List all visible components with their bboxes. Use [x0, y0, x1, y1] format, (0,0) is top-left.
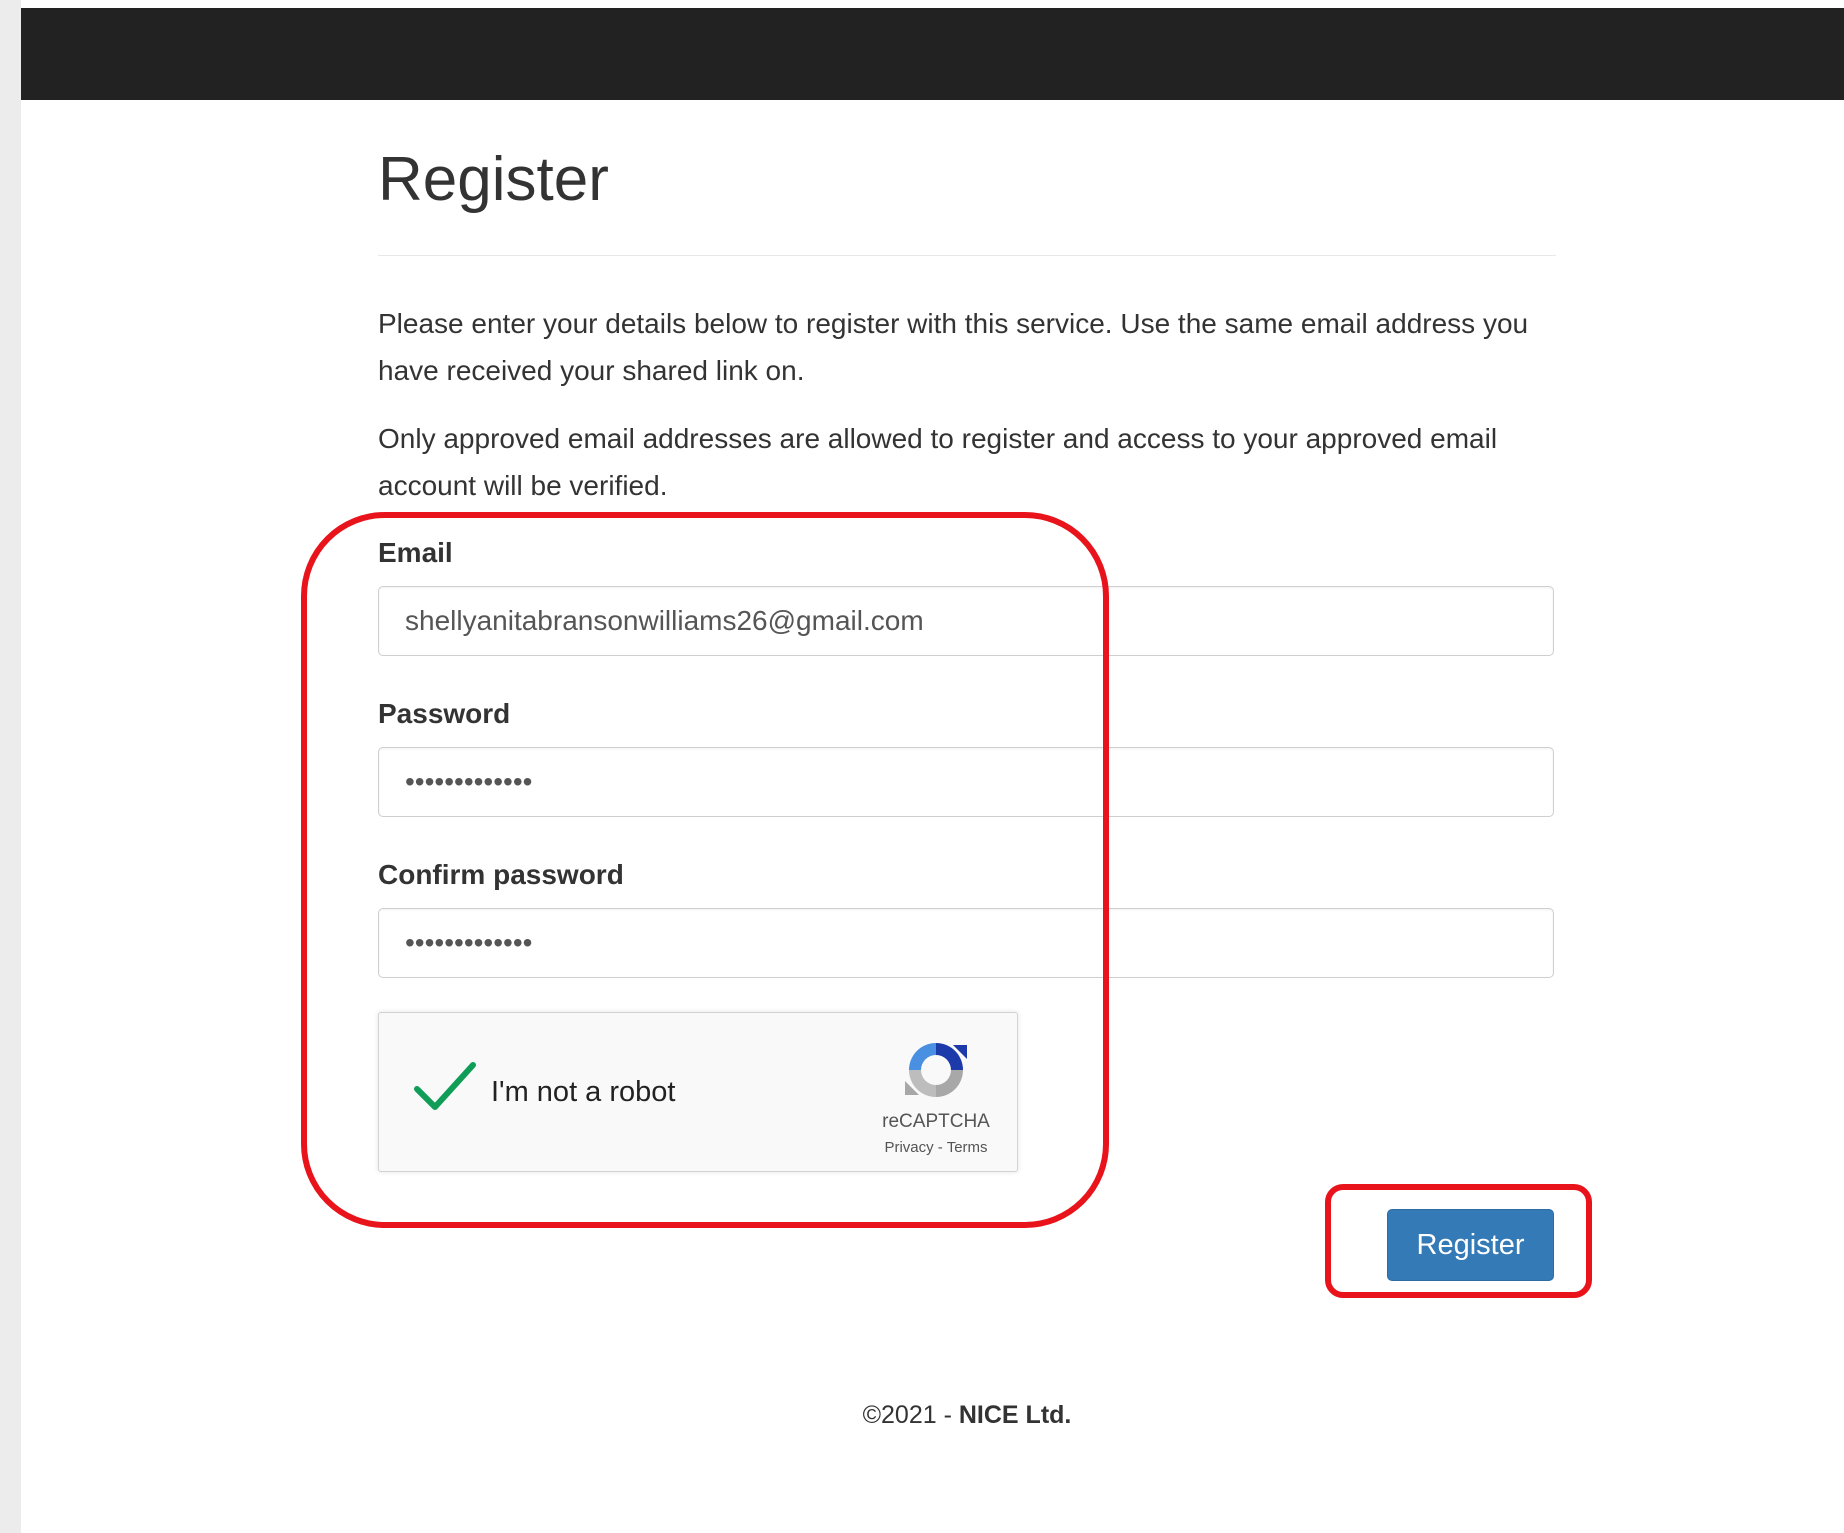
intro-paragraph-details: Please enter your details below to regis…: [378, 308, 1529, 386]
recaptcha-widget: I'm not a robot reCAPTCHA Privacy - Term…: [378, 1012, 1018, 1172]
recaptcha-checkbox[interactable]: [413, 1059, 477, 1113]
intro-paragraph-approved: Only approved email addresses are allowe…: [378, 423, 1498, 501]
recaptcha-terms-link[interactable]: Terms: [947, 1139, 988, 1156]
password-label: Password: [378, 698, 511, 729]
confirm-password-field[interactable]: [378, 908, 1554, 978]
page: Register Please enter your details below…: [21, 0, 1844, 1533]
page-title: Register: [378, 145, 609, 214]
title-divider: [378, 255, 1556, 256]
confirm-password-label: Confirm password: [378, 859, 624, 890]
recaptcha-links: Privacy - Terms: [859, 1139, 1013, 1157]
footer-copyright: ©2021 -: [862, 1401, 959, 1429]
register-button[interactable]: Register: [1387, 1209, 1554, 1281]
email-label: Email: [378, 537, 453, 568]
recaptcha-label: I'm not a robot: [491, 1076, 676, 1108]
recaptcha-privacy-link[interactable]: Privacy: [884, 1139, 933, 1156]
footer-company: NICE Ltd.: [958, 1401, 1072, 1429]
top-navbar: [21, 8, 1844, 100]
footer: ©2021 - NICE Ltd.: [378, 1400, 1556, 1430]
recaptcha-logo-icon: [905, 1043, 967, 1097]
recaptcha-brand: reCAPTCHA: [882, 1111, 990, 1132]
recaptcha-link-separator: -: [937, 1139, 943, 1156]
checkmark-icon: [414, 1062, 476, 1110]
email-field[interactable]: [378, 586, 1554, 656]
password-field[interactable]: [378, 747, 1554, 817]
